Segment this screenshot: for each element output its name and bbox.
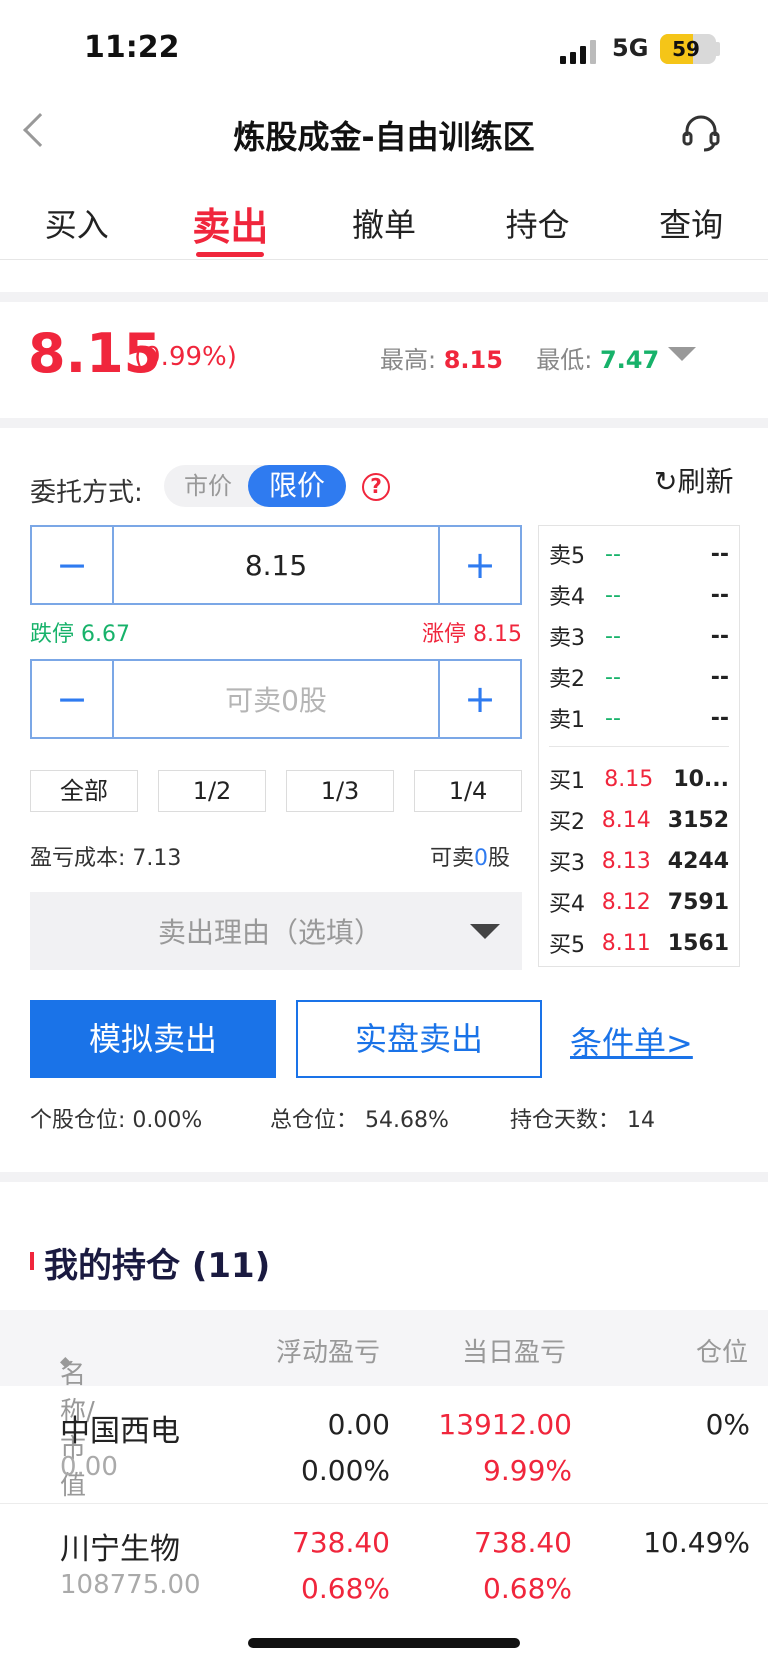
network-label: 5G [612, 34, 649, 62]
caret-down-icon [470, 923, 500, 939]
divider [0, 1172, 768, 1182]
chevron-down-icon[interactable] [668, 347, 696, 361]
float-pct: 0.00% [301, 1454, 390, 1487]
tab-buy[interactable]: 买入 [0, 196, 154, 259]
day-pct: 9.99% [483, 1454, 572, 1487]
refresh-icon: ↻ [654, 465, 678, 498]
bid-row: 买4 8.12 7591 [549, 889, 729, 918]
home-indicator[interactable] [248, 1638, 520, 1648]
table-row[interactable]: 川宁生物 108775.00 738.40 0.68% 738.40 0.68%… [0, 1504, 768, 1622]
sort-icon: ◆ [60, 1354, 71, 1370]
quantity-stepper: − 可卖0股 + [30, 659, 522, 739]
tab-cancel[interactable]: 撤单 [307, 196, 461, 259]
avail-number: 0 [474, 846, 489, 871]
limit-up: 涨停 8.15 [422, 622, 522, 647]
position-pct: 0% [705, 1408, 750, 1441]
ask-row: 卖3 -- -- [549, 623, 729, 652]
tab-positions[interactable]: 持仓 [461, 196, 615, 259]
low-label: 最低: [536, 346, 593, 374]
qty-minus-button[interactable]: − [32, 661, 112, 737]
customer-service-icon[interactable] [680, 112, 722, 154]
position-pct: 10.49% [643, 1526, 750, 1559]
price-input[interactable]: 8.15 [112, 527, 440, 603]
high-value: 8.15 [443, 346, 503, 374]
stock-position: 个股仓位: 0.00% [30, 1108, 203, 1133]
col-float-pl: 浮动盈亏 [276, 1338, 381, 1368]
price-plus-button[interactable]: + [440, 527, 520, 603]
avail-suffix: 股 [488, 846, 511, 871]
limit-order-option[interactable]: 限价 [248, 465, 346, 507]
bid-row: 买2 8.14 3152 [549, 807, 729, 836]
holdings-title: 我的持仓 (11) [44, 1246, 271, 1286]
divider [0, 292, 768, 302]
day-pl: 738.40 [474, 1526, 572, 1559]
fraction-quarter-button[interactable]: 1/4 [414, 770, 522, 812]
holding-days: 持仓天数： 14 [510, 1108, 655, 1133]
price-stepper: − 8.15 + [30, 525, 522, 605]
available-shares: 可卖0股 [430, 840, 510, 872]
sell-reason-select[interactable]: 卖出理由（选填） [30, 892, 522, 970]
conditional-order-link[interactable]: 条件单> [570, 1018, 693, 1064]
battery-level: 59 [672, 37, 700, 61]
stock-name: 川宁生物 [60, 1532, 180, 1567]
refresh-label: 刷新 [677, 465, 734, 498]
status-time: 11:22 [84, 30, 180, 65]
section-marker [30, 1252, 34, 1270]
high-low: 最高: 8.15 最低: 7.47 [380, 340, 659, 375]
fraction-third-button[interactable]: 1/3 [286, 770, 394, 812]
signal-icon [560, 40, 596, 64]
trade-tabs: 买入 卖出 撤单 持仓 查询 [0, 196, 768, 260]
battery-icon: 59 [660, 34, 716, 64]
order-type-label: 委托方式: [30, 478, 143, 508]
holdings-header: 名称/市值 ◆ 浮动盈亏 当日盈亏 仓位 [0, 1310, 768, 1501]
cost-basis: 盈亏成本: 7.13 [30, 846, 182, 871]
simulated-sell-button[interactable]: 模拟卖出 [30, 1000, 276, 1078]
high-label: 最高: [380, 346, 437, 374]
avail-prefix: 可卖 [430, 846, 475, 871]
col-day-pl: 当日盈亏 [462, 1338, 567, 1368]
real-sell-button[interactable]: 实盘卖出 [296, 1000, 542, 1078]
col-position: 仓位 [696, 1338, 749, 1368]
ask-row: 卖5 -- -- [549, 541, 729, 570]
market-value: 0.00 [60, 1452, 118, 1482]
fraction-all-button[interactable]: 全部 [30, 770, 138, 812]
book-divider [549, 746, 729, 747]
quantity-input[interactable]: 可卖0股 [112, 661, 440, 737]
table-row[interactable]: 中国西电 0.00 0.00 0.00% 13912.00 9.99% 0% [0, 1386, 768, 1504]
low-value: 7.47 [599, 346, 660, 374]
market-value: 108775.00 [60, 1570, 201, 1600]
float-pct: 0.68% [301, 1572, 390, 1605]
divider [0, 418, 768, 428]
bid-row: 买5 8.11 1561 [549, 930, 729, 959]
float-pl: 738.40 [292, 1526, 390, 1559]
ask-row: 卖2 -- -- [549, 664, 729, 693]
stock-name: 中国西电 [60, 1414, 180, 1449]
battery-tip [716, 42, 720, 56]
total-position: 总仓位： 54.68% [270, 1108, 449, 1133]
help-icon[interactable]: ? [362, 473, 390, 501]
order-type-toggle: 市价 限价 [164, 465, 346, 507]
refresh-button[interactable]: ↻刷新 [654, 460, 733, 500]
limit-down: 跌停 6.67 [30, 622, 130, 647]
tab-sell[interactable]: 卖出 [154, 196, 308, 259]
bid-row: 买1 8.15 10... [549, 766, 729, 795]
float-pl: 0.00 [327, 1408, 390, 1441]
day-pl: 13912.00 [438, 1408, 572, 1441]
sell-reason-placeholder: 卖出理由（选填） [157, 916, 382, 949]
bid-row: 买3 8.13 4244 [549, 848, 729, 877]
page-title: 炼股成金-自由训练区 [233, 118, 535, 156]
change-percent: (9.99%) [134, 342, 237, 372]
day-pct: 0.68% [483, 1572, 572, 1605]
fraction-half-button[interactable]: 1/2 [158, 770, 266, 812]
qty-plus-button[interactable]: + [440, 661, 520, 737]
ask-row: 卖4 -- -- [549, 582, 729, 611]
order-book: 卖5 -- -- 卖4 -- -- 卖3 -- -- 卖2 -- -- 卖1 -- -- 买1 8.1… [538, 525, 740, 967]
tab-query[interactable]: 查询 [614, 196, 768, 259]
price-minus-button[interactable]: − [32, 527, 112, 603]
ask-row: 卖1 -- -- [549, 705, 729, 734]
market-order-option[interactable]: 市价 [164, 465, 252, 507]
